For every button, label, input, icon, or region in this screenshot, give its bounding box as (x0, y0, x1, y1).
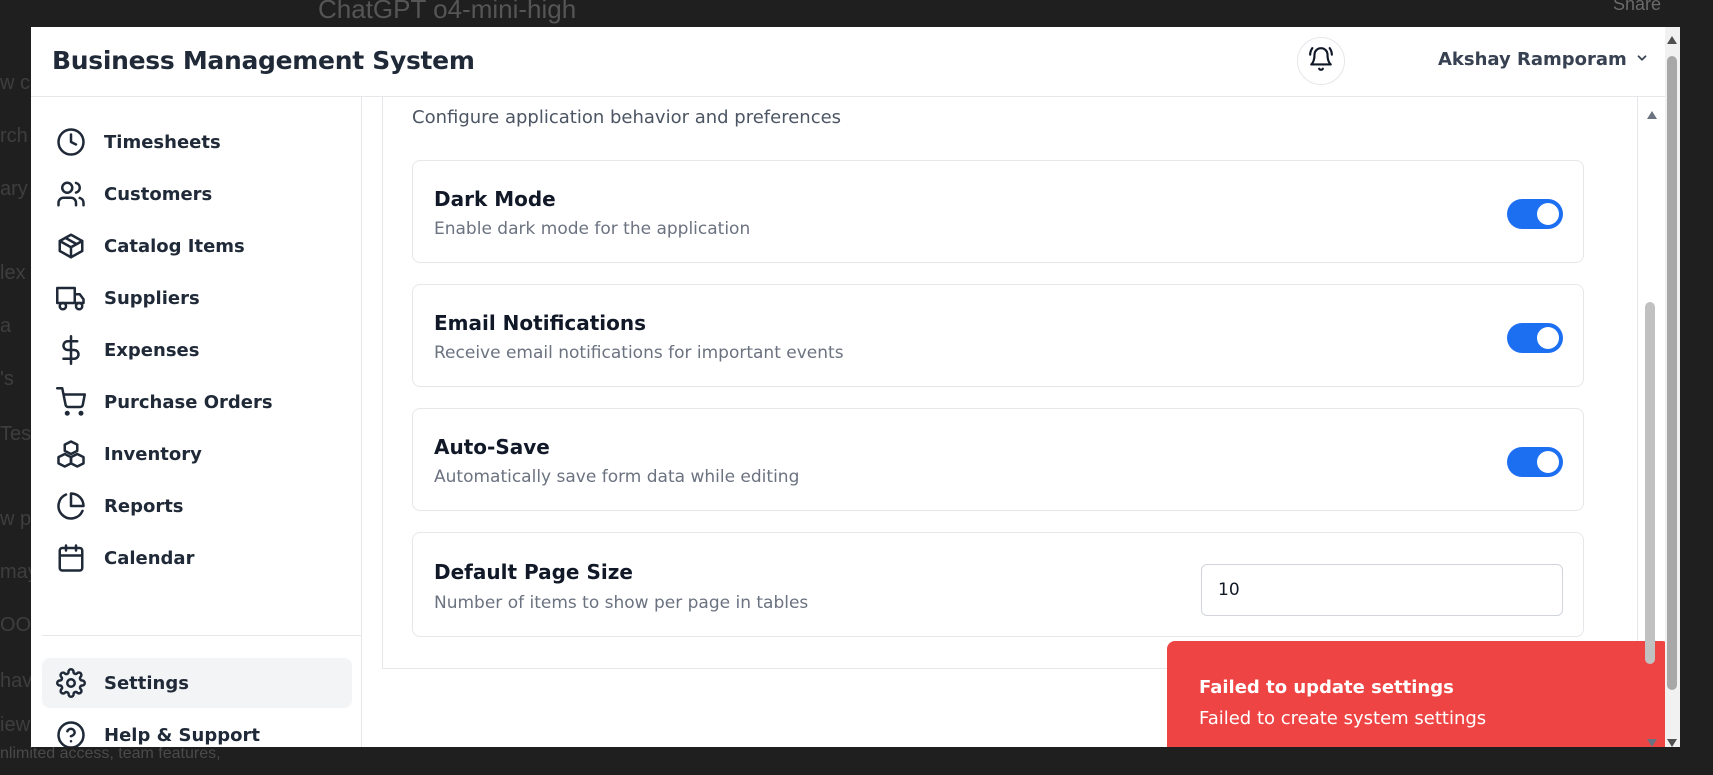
sidebar-item-label: Suppliers (104, 287, 200, 309)
background-share: Share (1613, 0, 1662, 14)
setting-card-email-notifications: Email Notifications Receive email notifi… (412, 284, 1584, 387)
sidebar-item-reports[interactable]: Reports (42, 481, 352, 531)
sidebar-item-label: Customers (104, 183, 213, 205)
boxes-icon (56, 439, 86, 469)
cart-icon (56, 387, 86, 417)
setting-description: Number of items to show per page in tabl… (434, 593, 809, 613)
scroll-down-arrow-icon[interactable] (1646, 735, 1658, 747)
sidebar-item-inventory[interactable]: Inventory (42, 429, 352, 479)
error-toast[interactable]: Failed to update settings Failed to crea… (1167, 641, 1670, 747)
background-fragment: 's (0, 368, 14, 390)
window-scroll-up-icon[interactable] (1666, 32, 1678, 50)
background-fragment: lex (0, 262, 26, 284)
sidebar-item-calendar[interactable]: Calendar (42, 533, 352, 583)
app-title: Business Management System (52, 46, 475, 75)
notifications-button[interactable] (1297, 37, 1345, 85)
sidebar: Timesheets Customers Catalog Items Suppl… (31, 97, 362, 747)
setting-title: Email Notifications (434, 311, 647, 335)
sidebar-item-help-support[interactable]: Help & Support (42, 710, 352, 747)
users-icon (56, 179, 86, 209)
package-icon (56, 231, 86, 261)
sidebar-item-label: Timesheets (104, 131, 221, 153)
sidebar-item-label: Catalog Items (104, 235, 245, 257)
truck-icon (56, 283, 86, 313)
sidebar-item-label: Reports (104, 495, 184, 517)
window-scroll-down-icon[interactable] (1666, 735, 1678, 753)
gear-icon (56, 668, 86, 698)
sidebar-item-label: Expenses (104, 339, 200, 361)
setting-title: Auto-Save (434, 435, 550, 459)
setting-description: Receive email notifications for importan… (434, 343, 844, 363)
panel-subtitle: Configure application behavior and prefe… (412, 107, 842, 128)
sidebar-item-purchase-orders[interactable]: Purchase Orders (42, 377, 352, 427)
sidebar-item-label: Inventory (104, 443, 202, 465)
background-bottom-text: nlimited access, team features, (0, 745, 221, 762)
sidebar-item-customers[interactable]: Customers (42, 169, 352, 219)
dark-mode-toggle[interactable] (1507, 199, 1563, 229)
background-fragment: rch (0, 125, 28, 147)
background-fragment: hav (0, 670, 33, 692)
clock-icon (56, 127, 86, 157)
setting-card-auto-save: Auto-Save Automatically save form data w… (412, 408, 1584, 511)
sidebar-item-suppliers[interactable]: Suppliers (42, 273, 352, 323)
user-name: Akshay Ramporam (1438, 49, 1627, 70)
user-menu[interactable]: Akshay Ramporam (1438, 49, 1649, 70)
sidebar-item-label: Settings (104, 672, 189, 694)
scroll-up-arrow-icon[interactable] (1646, 107, 1658, 125)
background-title: ChatGPT o4-mini-high (318, 0, 577, 24)
toast-title: Failed to update settings (1199, 677, 1454, 698)
background-fragment: a (0, 315, 12, 337)
sidebar-divider (42, 635, 362, 636)
setting-title: Dark Mode (434, 187, 556, 211)
sidebar-item-label: Calendar (104, 547, 195, 569)
background-fragment: ary (0, 178, 28, 200)
page-size-input[interactable] (1201, 564, 1563, 616)
system-settings-panel: Configure application behavior and prefe… (382, 97, 1638, 669)
app-window: Business Management System Akshay Rampor… (31, 27, 1680, 747)
sidebar-item-settings[interactable]: Settings (42, 658, 352, 708)
sidebar-item-timesheets[interactable]: Timesheets (42, 117, 352, 167)
email-notifications-toggle[interactable] (1507, 323, 1563, 353)
pie-chart-icon (56, 491, 86, 521)
setting-card-default-page-size: Default Page Size Number of items to sho… (412, 532, 1584, 637)
sidebar-item-expenses[interactable]: Expenses (42, 325, 352, 375)
window-scrollbar-thumb[interactable] (1667, 56, 1677, 690)
sidebar-item-catalog-items[interactable]: Catalog Items (42, 221, 352, 271)
dollar-icon (56, 335, 86, 365)
setting-description: Enable dark mode for the application (434, 219, 751, 239)
sidebar-item-label: Purchase Orders (104, 391, 273, 413)
help-circle-icon (56, 720, 86, 747)
content-scrollbar-thumb[interactable] (1645, 302, 1655, 664)
calendar-icon (56, 543, 86, 573)
toast-message: Failed to create system settings (1199, 708, 1487, 729)
bell-icon (1308, 46, 1334, 77)
background-fragment: iew (0, 714, 31, 736)
setting-card-dark-mode: Dark Mode Enable dark mode for the appli… (412, 160, 1584, 263)
background-fragment: Tes (0, 423, 32, 445)
setting-description: Automatically save form data while editi… (434, 467, 800, 487)
setting-title: Default Page Size (434, 560, 633, 584)
auto-save-toggle[interactable] (1507, 447, 1563, 477)
chevron-down-icon (1635, 49, 1649, 70)
top-header: Business Management System Akshay Rampor… (31, 27, 1680, 97)
sidebar-item-label: Help & Support (104, 724, 260, 746)
